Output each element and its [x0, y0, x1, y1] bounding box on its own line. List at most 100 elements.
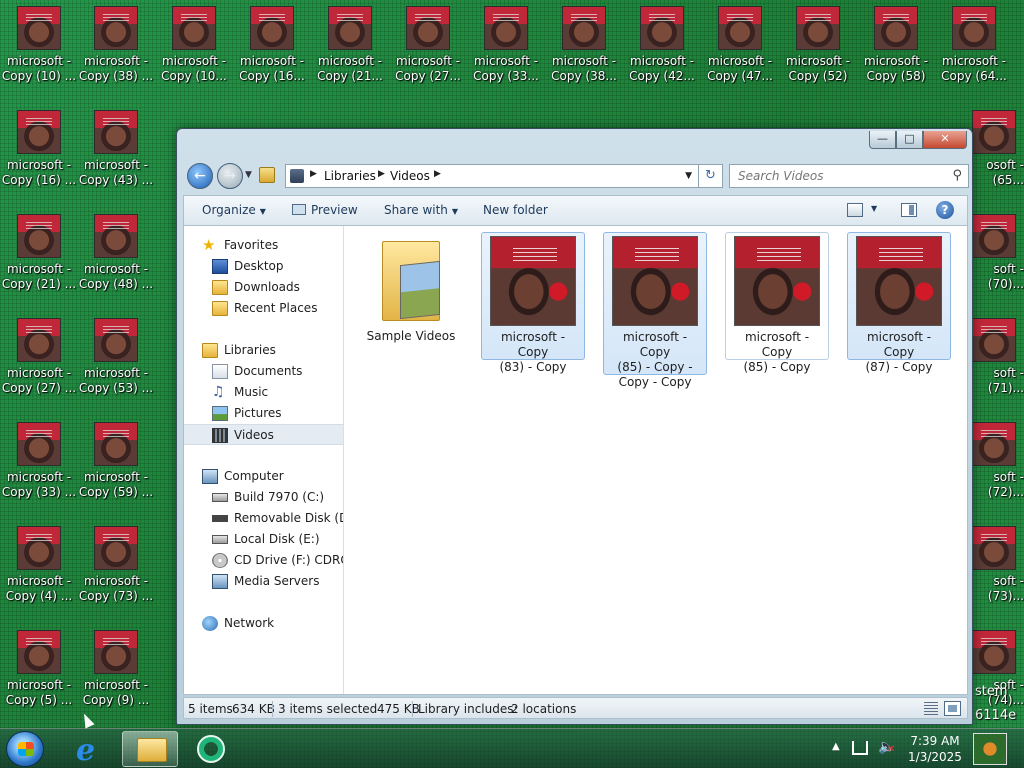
item-total-size: 634 KB: [232, 702, 275, 716]
desktop-icon[interactable]: microsoft - Copy (27...: [389, 0, 467, 96]
chevron-right-icon[interactable]: ▶: [310, 169, 317, 179]
share-with-button[interactable]: Share with ▼: [384, 203, 458, 217]
desktop-icon[interactable]: microsoft - Copy (42...: [623, 0, 701, 96]
nav-downloads[interactable]: Downloads: [184, 277, 343, 298]
back-arrow-icon: ←: [194, 168, 206, 184]
file-item-video[interactable]: microsoft - Copy (85) - Copy: [725, 232, 829, 374]
taskbar-windows-explorer[interactable]: [122, 731, 178, 767]
new-folder-button[interactable]: New folder: [483, 203, 548, 217]
desktop-icon[interactable]: microsoft - Copy (53) ...: [77, 312, 155, 408]
title-bar[interactable]: — □ ✕: [177, 129, 972, 159]
desktop-icon[interactable]: microsoft - Copy (64...: [935, 0, 1013, 96]
desktop-icon[interactable]: microsoft - Copy (9) ...: [77, 624, 155, 720]
change-view-icon[interactable]: [847, 203, 863, 217]
desktop-icon[interactable]: microsoft - Copy (16...: [233, 0, 311, 96]
organize-button[interactable]: Organize ▼: [202, 203, 266, 217]
start-button[interactable]: [6, 731, 44, 767]
content-area: ★ Favorites Desktop Downloads Recent Plac…: [183, 225, 968, 695]
recent-pages-dropdown[interactable]: ▼: [245, 170, 252, 180]
desktop-icon[interactable]: microsoft - Copy (43) ...: [77, 104, 155, 200]
nav-recent-places[interactable]: Recent Places: [184, 298, 343, 319]
nav-music[interactable]: ♫ Music: [184, 382, 343, 403]
chevron-right-icon[interactable]: ▶: [434, 169, 441, 179]
nav-videos[interactable]: Videos: [184, 424, 343, 445]
desktop-icon[interactable]: microsoft - Copy (33) ...: [0, 416, 78, 512]
desktop-icon[interactable]: microsoft - Copy (59) ...: [77, 416, 155, 512]
removable-disk-icon: [212, 515, 228, 522]
desktop-icon[interactable]: microsoft - Copy (48) ...: [77, 208, 155, 304]
desktop-icon[interactable]: microsoft - Copy (5) ...: [0, 624, 78, 720]
nav-network[interactable]: Network: [184, 613, 343, 634]
desktop-icon[interactable]: microsoft - Copy (73) ...: [77, 520, 155, 616]
nav-pictures[interactable]: Pictures: [184, 403, 343, 424]
app-icon: [197, 735, 225, 763]
library-includes-value[interactable]: 2 locations: [511, 702, 576, 716]
nav-media-servers[interactable]: Media Servers: [184, 571, 343, 592]
desktop-icon[interactable]: microsoft - Copy (16) ...: [0, 104, 78, 200]
image-thumbnail: [406, 6, 450, 50]
preview-pane-icon[interactable]: [901, 203, 917, 217]
computer-icon: [202, 469, 218, 484]
image-thumbnail: [94, 422, 138, 466]
search-icon[interactable]: ⚲: [952, 168, 962, 183]
network-tray-icon[interactable]: [852, 741, 868, 755]
image-thumbnail: [328, 6, 372, 50]
nav-computer[interactable]: Computer: [184, 466, 343, 487]
nav-drive-f[interactable]: CD Drive (F:) CDROM: [184, 550, 343, 571]
explorer-window: — □ ✕ ← → ▼ ▶ Libraries ▶ Videos ▶ ▼ ↻ ⚲…: [176, 128, 973, 725]
nav-favorites[interactable]: ★ Favorites: [184, 235, 343, 256]
desktop-icon[interactable]: microsoft - Copy (10...: [155, 0, 233, 96]
preview-icon: [292, 204, 306, 215]
taskbar-internet-explorer[interactable]: e: [62, 731, 118, 768]
media-server-icon: [212, 574, 228, 589]
desktop-icon[interactable]: microsoft - Copy (38...: [545, 0, 623, 96]
image-thumbnail: [874, 6, 918, 50]
desktop-icon[interactable]: microsoft - Copy (10) ...: [0, 0, 78, 96]
desktop-icon[interactable]: microsoft - Copy (21) ...: [0, 208, 78, 304]
desktop-icon[interactable]: microsoft - Copy (33...: [467, 0, 545, 96]
minimize-button[interactable]: —: [869, 131, 896, 149]
nav-documents[interactable]: Documents: [184, 361, 343, 382]
image-thumbnail: [972, 214, 1016, 258]
desktop-icon[interactable]: microsoft - Copy (38) ...: [77, 0, 155, 96]
folder-preview: [400, 260, 440, 320]
breadcrumb-libraries[interactable]: Libraries: [324, 169, 376, 183]
large-icons-view-icon[interactable]: [944, 701, 961, 716]
chevron-right-icon[interactable]: ▶: [378, 169, 385, 179]
preview-button[interactable]: Preview: [292, 203, 358, 217]
image-thumbnail: [94, 318, 138, 362]
file-item-folder[interactable]: Sample Videos: [359, 232, 463, 344]
show-desktop-button[interactable]: [973, 733, 1007, 765]
desktop-icon[interactable]: microsoft - Copy (21...: [311, 0, 389, 96]
close-button[interactable]: ✕: [923, 131, 967, 149]
breadcrumb-videos[interactable]: Videos: [390, 169, 430, 183]
help-icon[interactable]: ?: [936, 201, 954, 219]
back-button[interactable]: ←: [187, 163, 213, 189]
maximize-button[interactable]: □: [896, 131, 923, 149]
refresh-button[interactable]: ↻: [699, 164, 723, 188]
forward-button[interactable]: →: [217, 163, 243, 189]
chevron-down-icon[interactable]: ▼: [871, 204, 877, 213]
desktop-icon[interactable]: microsoft - Copy (58): [857, 0, 935, 96]
desktop-icon[interactable]: microsoft - Copy (27) ...: [0, 312, 78, 408]
file-item-video[interactable]: microsoft - Copy (83) - Copy: [481, 232, 585, 374]
library-folder-icon: [259, 167, 275, 183]
nav-drive-e[interactable]: Local Disk (E:): [184, 529, 343, 550]
image-thumbnail: [17, 630, 61, 674]
show-hidden-icons-icon[interactable]: ▲: [832, 741, 840, 752]
search-input[interactable]: [730, 165, 940, 187]
file-item-video[interactable]: microsoft - Copy (87) - Copy: [847, 232, 951, 374]
address-dropdown[interactable]: ▼: [685, 171, 692, 181]
file-item-video[interactable]: microsoft - Copy (85) - Copy - Copy - Copy: [603, 232, 707, 389]
clock[interactable]: 7:39 AM 1/3/2025: [900, 733, 970, 765]
details-view-icon[interactable]: [924, 702, 938, 715]
taskbar-app[interactable]: [184, 731, 240, 767]
nav-desktop[interactable]: Desktop: [184, 256, 343, 277]
desktop-icon[interactable]: microsoft - Copy (52): [779, 0, 857, 96]
nav-drive-d[interactable]: Removable Disk (D:): [184, 508, 343, 529]
desktop-icon[interactable]: microsoft - Copy (4) ...: [0, 520, 78, 616]
address-bar[interactable]: ▶ Libraries ▶ Videos ▶ ▼: [285, 164, 699, 188]
nav-libraries[interactable]: Libraries: [184, 340, 343, 361]
nav-drive-c[interactable]: Build 7970 (C:): [184, 487, 343, 508]
desktop-icon[interactable]: microsoft - Copy (47...: [701, 0, 779, 96]
